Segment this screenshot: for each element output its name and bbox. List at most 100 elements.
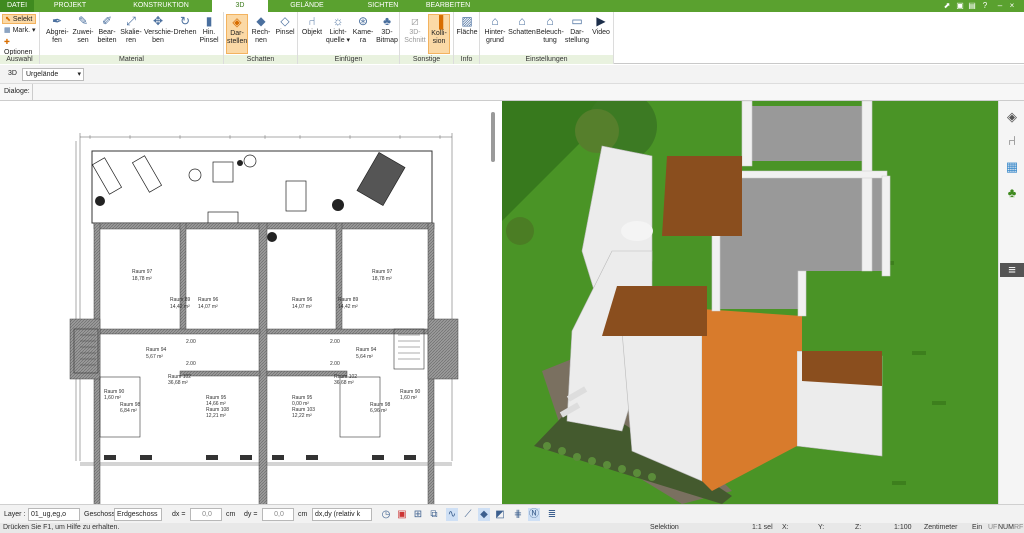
lock-icon[interactable]: ▣ [955, 1, 965, 11]
svg-text:14,07 m²: 14,07 m² [292, 304, 312, 310]
room-label: Raum 97 [132, 269, 153, 275]
window-icon[interactable]: ▤ [967, 1, 977, 11]
einst-schatten-button[interactable]: ⌂ Schatten [508, 14, 536, 37]
num-indicator: NUM [998, 524, 1014, 531]
flaeche-button[interactable]: ▨ Fläche [455, 14, 479, 37]
schnitt-button[interactable]: ⧄ 3D- Schnitt [403, 14, 427, 45]
close-icon[interactable]: × [1007, 1, 1017, 11]
angle-snap-icon[interactable]: ∿ [446, 508, 458, 521]
floor-plan-drawing: Raum 9718,78 m² Raum 8914,42 m² Raum 961… [69, 133, 459, 533]
plants [95, 160, 344, 242]
skalieren-button[interactable]: ⤢ Skalie- ren [120, 14, 142, 45]
tab-bearbeiten[interactable]: BEARBEITEN [420, 0, 476, 12]
z-coordinate: Z: [855, 524, 862, 531]
3d-view[interactable] [502, 101, 998, 504]
hin-pinsel-button[interactable]: ▮ Hin. Pinsel [198, 14, 220, 45]
calc-shadow-icon: ◆ [256, 14, 266, 28]
layers-icon[interactable]: ◈ [1004, 109, 1020, 125]
right-side-panel: ◈ ⑁ ▦ ♣ ≡ [998, 101, 1024, 504]
layer-snap-icon[interactable]: ◆ [478, 508, 490, 521]
svg-text:1,60 m²: 1,60 m² [104, 395, 121, 401]
tab-projekt[interactable]: PROJEKT [48, 0, 92, 12]
3d-scene [502, 101, 998, 504]
layer-label: Layer : [4, 511, 26, 518]
dimension-label: 2.00 [330, 361, 340, 367]
abgreifen-button[interactable]: ✒ Abgrei- fen [46, 14, 69, 45]
darstellung-button[interactable]: ▭ Dar- stellung [564, 14, 590, 45]
pin-icon[interactable]: ⬈ [942, 1, 952, 11]
tab-konstruktion[interactable]: KONSTRUKTION [118, 0, 204, 12]
chevron-down-icon: ▾ [77, 71, 81, 78]
mark-button[interactable]: ▦ Mark. ▾ [2, 26, 36, 36]
group-label-einstellungen: Einstellungen [480, 55, 613, 64]
kamera-button[interactable]: ⊛ Kame- ra [352, 14, 374, 45]
dialog-bar: Dialoge: [0, 84, 1024, 101]
floor-plan-view[interactable]: Raum 97 18,78 m² Raum 89 14,42 m² Raum 96 1… [0, 101, 500, 533]
rechnen-button[interactable]: ◆ Rech- nen [250, 14, 272, 45]
mode-label: 3D [8, 70, 17, 77]
clock-icon[interactable]: ◷ [380, 508, 392, 521]
dimension-label: 2.00 [186, 339, 196, 345]
chair-library-icon[interactable]: ⑁ [1004, 133, 1020, 149]
group-label-auswahl: Auswahl [0, 55, 39, 64]
options-button[interactable]: ✚ Optionen [2, 38, 36, 56]
material-palette-icon[interactable]: ▦ [1004, 159, 1020, 175]
minimize-icon[interactable]: – [995, 1, 1005, 11]
beleuchtung-button[interactable]: ⌂ Beleuch- tung [536, 14, 564, 45]
line-snap-icon[interactable]: ⟋ [462, 508, 474, 521]
help-icon[interactable]: ? [980, 1, 990, 11]
svg-text:14,42 m²: 14,42 m² [338, 304, 358, 310]
scrollbar-thumb[interactable] [491, 112, 495, 162]
panel-menu-icon[interactable]: ≡ [1000, 263, 1024, 277]
tab-datei[interactable]: DATEI [0, 0, 34, 12]
tab-3d[interactable]: 3D [212, 0, 268, 12]
room-label: Raum 94 [146, 347, 167, 353]
lichtquelle-button[interactable]: ☼ Licht- quelle ▾ [325, 14, 351, 45]
grid-snap-icon[interactable]: ⊞ [412, 508, 424, 521]
svg-text:12,21 m²: 12,21 m² [206, 413, 226, 419]
coordinate-mode-dropdown[interactable]: dx,dy (relativ k [312, 508, 372, 521]
north-icon[interactable]: Ⓝ [528, 508, 540, 521]
surface-icon[interactable]: ◩ [494, 508, 506, 521]
room-label: Raum 89 [170, 297, 191, 303]
shadow-cube-icon: ◈ [232, 15, 242, 29]
tab-sichten[interactable]: SICHTEN [360, 0, 406, 12]
camera-icon: ⊛ [357, 14, 369, 28]
select-button[interactable]: ⬉ Selekt [2, 14, 36, 24]
object-snap-icon[interactable]: ⧉ [428, 508, 440, 521]
dy-input[interactable]: 0,0 [262, 508, 294, 521]
grid-icon[interactable]: ⋕ [512, 508, 524, 521]
video-button[interactable]: ▶ Video [590, 14, 612, 37]
geschoss-dropdown[interactable]: Erdgeschoss [114, 508, 162, 521]
pinsel-button[interactable]: ◇ Pinsel [274, 14, 296, 37]
room-label: Raum 89 [338, 297, 359, 303]
kollision-button[interactable]: ▐ Kolli- sion [428, 14, 450, 54]
svg-text:6,96 m²: 6,96 m² [370, 408, 387, 414]
rotate-icon: ↻ [179, 14, 191, 28]
bearbeiten-button[interactable]: ✐ Bear- beiten [96, 14, 118, 45]
help-hint: Drücken Sie F1, um Hilfe zu erhalten. [3, 524, 120, 531]
snap-red-icon[interactable]: ▣ [396, 508, 408, 521]
bitmap-button[interactable]: ♣ 3D- Bitmap [375, 14, 399, 45]
terrain-dropdown[interactable]: Urgelände ▾ [22, 68, 84, 81]
dx-input[interactable]: 0,0 [190, 508, 222, 521]
tab-gelaende[interactable]: GELÄNDE [282, 0, 332, 12]
plant-library-icon[interactable]: ♣ [1004, 185, 1020, 201]
section-icon: ⧄ [411, 14, 419, 28]
layer-dropdown[interactable]: 01_ug,eg,o [28, 508, 80, 521]
statusbar: Drücken Sie F1, um Hilfe zu erhalten. Se… [0, 523, 1024, 533]
input-statusbar: Layer : 01_ug,eg,o Geschoss : Erdgeschos… [0, 504, 1024, 523]
verschieben-button[interactable]: ✥ Verschie- ben [144, 14, 173, 45]
objekt-button[interactable]: ⑁ Objekt [300, 14, 324, 37]
zuweisen-button[interactable]: ✎ Zuwei- sen [72, 14, 94, 45]
eyedropper-icon: ✒ [51, 14, 63, 28]
list-icon[interactable]: ≣ [546, 508, 558, 521]
room-label: Raum 94 [356, 347, 377, 353]
drehen-button[interactable]: ↻ Drehen [173, 14, 197, 37]
darstellen-button[interactable]: ◈ Dar- stellen [226, 14, 248, 54]
dx-unit: cm [226, 511, 236, 518]
plan-scrollbar[interactable] [489, 110, 497, 502]
scale: 1:100 [894, 524, 912, 531]
svg-text:14,42 m²: 14,42 m² [170, 304, 190, 310]
hintergrund-button[interactable]: ⌂ Hinter- grund [482, 14, 508, 45]
